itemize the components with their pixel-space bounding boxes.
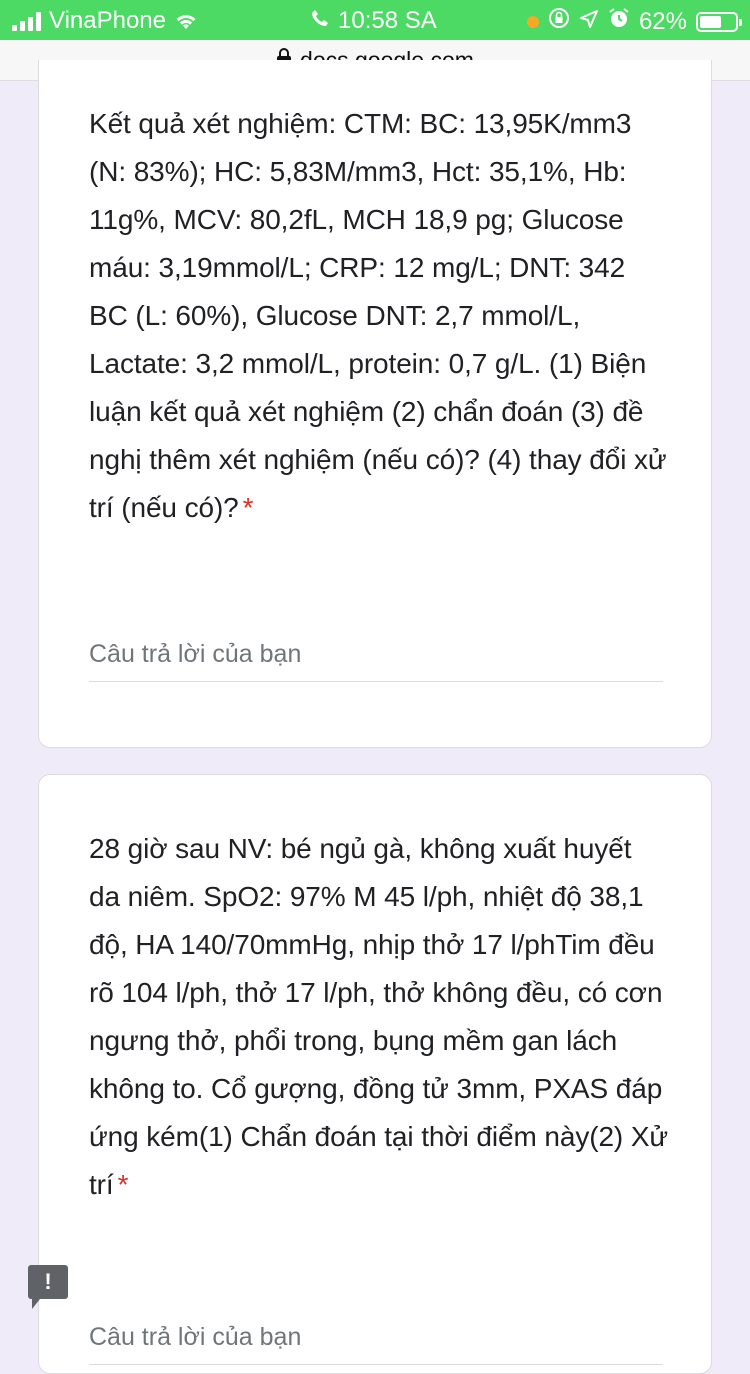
question-text: Kết quả xét nghiệm: CTM: BC: 13,95K/mm3 … (89, 100, 669, 532)
required-asterisk: * (117, 1169, 129, 1200)
cellular-signal-icon (12, 11, 41, 31)
report-feedback-button[interactable]: ! (28, 1265, 68, 1309)
status-bar: VinaPhone 10:58 SA 62% (0, 0, 750, 40)
battery-icon (696, 11, 742, 32)
alarm-icon (608, 7, 630, 36)
recording-dot-icon (526, 15, 539, 28)
question-body: Kết quả xét nghiệm: CTM: BC: 13,95K/mm3 … (89, 108, 667, 523)
wifi-icon (174, 11, 198, 31)
battery-percent: 62% (638, 7, 687, 35)
rotation-lock-icon (548, 7, 570, 36)
required-asterisk: * (242, 492, 254, 523)
carrier-name: VinaPhone (49, 7, 166, 34)
clock-time: 10:58 SA (338, 7, 437, 34)
question-card: Kết quả xét nghiệm: CTM: BC: 13,95K/mm3 … (38, 60, 712, 748)
phone-icon (310, 7, 330, 35)
location-arrow-icon (579, 8, 599, 36)
question-card: 28 giờ sau NV: bé ngủ gà, không xuất huy… (38, 774, 712, 1374)
question-text: 28 giờ sau NV: bé ngủ gà, không xuất huy… (89, 825, 669, 1209)
answer-input[interactable]: Câu trả lời của bạn (89, 1323, 663, 1365)
answer-input[interactable]: Câu trả lời của bạn (89, 640, 663, 682)
question-body: 28 giờ sau NV: bé ngủ gà, không xuất huy… (89, 833, 669, 1200)
